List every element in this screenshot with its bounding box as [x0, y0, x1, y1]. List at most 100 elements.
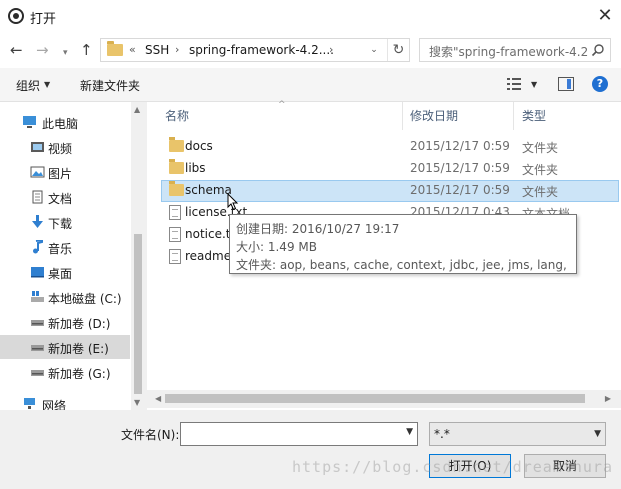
- recent-locations-icon[interactable]: ▾: [63, 44, 68, 62]
- column-header-type[interactable]: 类型: [522, 102, 546, 130]
- chevron-right-icon[interactable]: ›: [329, 43, 333, 56]
- search-placeholder: 搜索"spring-framework-4.2...: [429, 45, 589, 59]
- mouse-cursor-icon: [227, 193, 239, 211]
- sidebar-item-label: 视频: [48, 142, 73, 156]
- sidebar-item-pictures[interactable]: 图片: [0, 160, 130, 184]
- navigation-pane: 此电脑 视频 图片 文档 下载 音乐 桌面 本地磁盘 (C:) 新加卷 (D:)…: [0, 102, 145, 410]
- windows-drive-icon: [31, 291, 44, 302]
- file-date: 2015/12/17 0:59: [410, 183, 510, 197]
- sidebar-item-label: 新加卷 (D:): [48, 317, 111, 331]
- drive-icon: [31, 320, 44, 326]
- desktop-icon: [31, 267, 44, 278]
- view-options-icon[interactable]: [506, 76, 522, 92]
- folder-icon: [107, 41, 123, 56]
- preview-pane-icon[interactable]: [558, 77, 574, 91]
- navigation-scrollbar[interactable]: ▲ ▼: [131, 102, 145, 410]
- file-type: 文件夹: [522, 141, 559, 155]
- drive-icon: [31, 345, 44, 351]
- back-arrow-icon[interactable]: ←: [10, 41, 23, 59]
- list-item[interactable]: docs 2015/12/17 0:59 文件夹: [161, 136, 619, 158]
- music-icon: [33, 240, 43, 254]
- sidebar-item-label: 文档: [48, 192, 73, 206]
- tooltip-created: 创建日期: 2016/10/27 19:17: [236, 222, 400, 236]
- file-name: docs: [185, 139, 213, 153]
- sidebar-item-drive-d[interactable]: 新加卷 (D:): [0, 310, 130, 334]
- sidebar-item-label: 下载: [48, 217, 73, 231]
- video-icon: [31, 142, 44, 152]
- pictures-icon: [30, 166, 45, 178]
- sidebar-item-drive-e[interactable]: 新加卷 (E:): [0, 335, 130, 359]
- breadcrumb-ssh[interactable]: SSH: [145, 43, 169, 57]
- address-dropdown-button[interactable]: ⌄: [365, 39, 383, 61]
- forward-arrow-icon[interactable]: →: [36, 41, 49, 59]
- drive-icon: [31, 370, 44, 376]
- sidebar-item-network[interactable]: 网络: [0, 392, 130, 410]
- chevron-down-icon[interactable]: ▼: [594, 429, 601, 439]
- column-header-date[interactable]: 修改日期: [410, 102, 458, 130]
- sidebar-item-this-pc[interactable]: 此电脑: [0, 110, 130, 134]
- scroll-down-icon[interactable]: ▼: [134, 398, 140, 407]
- window-title: 打开: [30, 12, 57, 27]
- sidebar-item-label: 图片: [48, 167, 73, 181]
- breadcrumb-spring[interactable]: spring-framework-4.2....: [189, 43, 334, 57]
- sidebar-item-label: 本地磁盘 (C:): [48, 292, 122, 306]
- sidebar-item-desktop[interactable]: 桌面: [0, 260, 130, 284]
- search-icon[interactable]: [591, 43, 605, 57]
- organize-button[interactable]: 组织: [16, 77, 40, 94]
- column-header-name[interactable]: 名称: [165, 102, 189, 130]
- filename-field[interactable]: ▼: [180, 422, 418, 446]
- close-button[interactable]: ✕: [589, 0, 621, 32]
- sidebar-item-label: 音乐: [48, 242, 73, 256]
- chevron-down-icon[interactable]: ▼: [44, 80, 50, 89]
- sidebar-item-downloads[interactable]: 下载: [0, 210, 130, 234]
- sidebar-item-label: 新加卷 (G:): [48, 367, 111, 381]
- sidebar-item-drive-c[interactable]: 本地磁盘 (C:): [0, 285, 130, 309]
- sidebar-item-drive-g[interactable]: 新加卷 (G:): [0, 360, 130, 384]
- column-divider[interactable]: [402, 102, 403, 130]
- sidebar-item-documents[interactable]: 文档: [0, 185, 130, 209]
- refresh-icon[interactable]: ↻: [387, 39, 409, 61]
- address-bar[interactable]: « SSH › spring-framework-4.2.... › ⌄ ↻: [100, 38, 410, 62]
- file-date: 2015/12/17 0:59: [410, 139, 510, 153]
- download-icon: [32, 215, 43, 228]
- scroll-up-icon[interactable]: ▲: [134, 105, 140, 114]
- sidebar-item-label: 桌面: [48, 267, 73, 281]
- sidebar-item-label: 新加卷 (E:): [48, 342, 109, 356]
- file-type-filter-select[interactable]: *.* ▼: [429, 422, 606, 446]
- file-date: 2015/12/17 0:59: [410, 161, 510, 175]
- filename-label: 文件名(N):: [121, 428, 180, 442]
- horizontal-scrollbar[interactable]: ◀ ▶: [147, 390, 621, 408]
- command-toolbar: 组织 ▼ 新建文件夹 ▼ ?: [0, 68, 621, 102]
- title-bar: 打开 ✕: [0, 0, 621, 32]
- chevron-down-icon[interactable]: ▼: [531, 80, 537, 89]
- tooltip-contents: 文件夹: aop, beans, cache, context, jdbc, j…: [236, 258, 570, 272]
- file-name: readme.: [185, 249, 235, 263]
- file-type: 文件夹: [522, 163, 559, 177]
- scrollbar-thumb[interactable]: [134, 234, 142, 394]
- column-divider[interactable]: [513, 102, 514, 130]
- sort-ascending-icon: ^: [278, 100, 286, 110]
- tooltip-size: 大小: 1.49 MB: [236, 240, 317, 254]
- search-input[interactable]: 搜索"spring-framework-4.2...: [419, 38, 611, 62]
- dialog-footer: 文件名(N): ▼ *.* ▼ 打开(O) 取消: [0, 410, 621, 489]
- list-item[interactable]: libs 2015/12/17 0:59 文件夹: [161, 158, 619, 180]
- app-icon: [8, 8, 24, 24]
- watermark: https://blog.csdn.net/dreamthura: [292, 458, 613, 476]
- sidebar-item-label: 网络: [42, 399, 67, 410]
- up-arrow-icon[interactable]: ↑: [80, 41, 93, 59]
- help-icon[interactable]: ?: [592, 76, 608, 92]
- new-folder-button[interactable]: 新建文件夹: [80, 77, 140, 94]
- breadcrumb-overflow[interactable]: «: [129, 43, 136, 56]
- sidebar-item-videos[interactable]: 视频: [0, 135, 130, 159]
- chevron-down-icon[interactable]: ▼: [406, 427, 413, 437]
- sidebar-item-music[interactable]: 音乐: [0, 235, 130, 259]
- scrollbar-thumb[interactable]: [165, 394, 585, 403]
- file-type: 文件夹: [522, 185, 559, 199]
- folder-info-tooltip: 创建日期: 2016/10/27 19:17 大小: 1.49 MB 文件夹: …: [229, 214, 577, 274]
- file-name: schema: [185, 183, 232, 197]
- filter-value: *.*: [434, 427, 450, 441]
- scroll-left-icon[interactable]: ◀: [155, 394, 161, 403]
- computer-icon: [23, 116, 36, 128]
- chevron-right-icon[interactable]: ›: [175, 43, 179, 56]
- scroll-right-icon[interactable]: ▶: [605, 394, 611, 403]
